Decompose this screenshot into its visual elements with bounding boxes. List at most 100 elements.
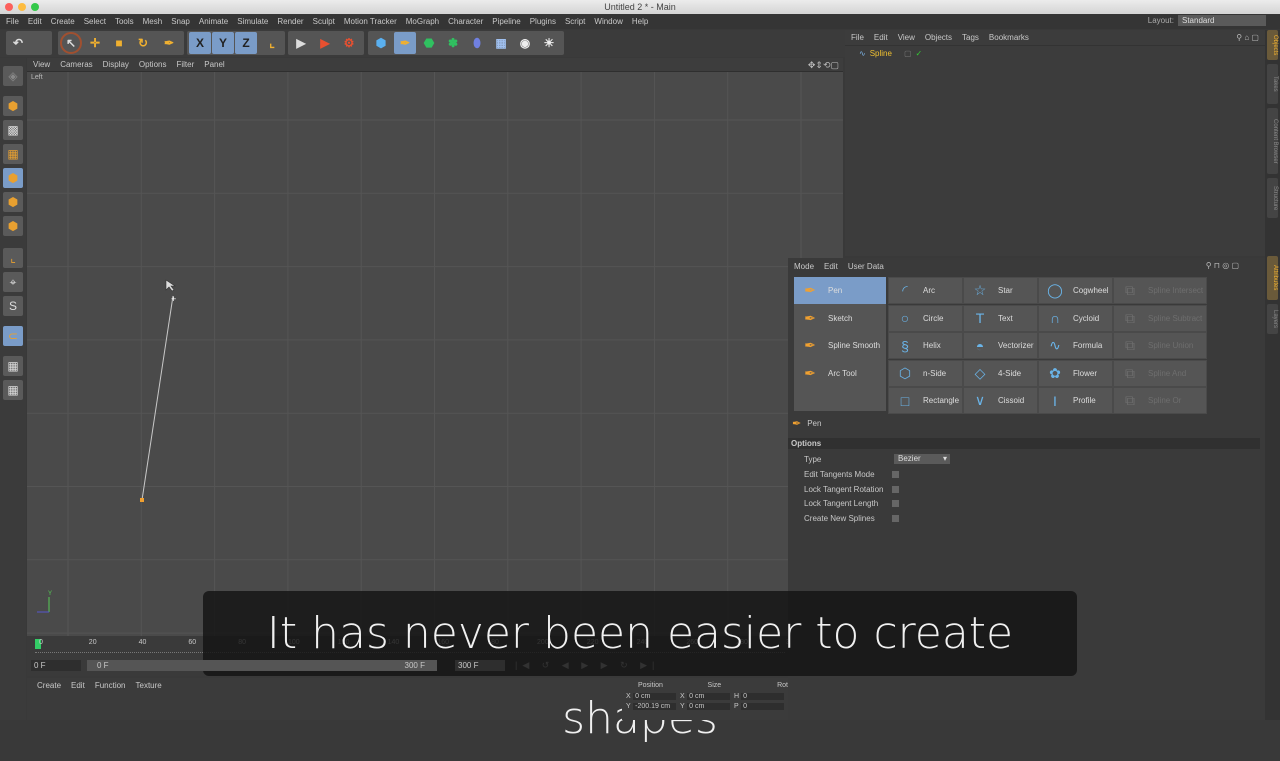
viewport-menu-options[interactable]: Options: [139, 60, 167, 69]
coord-field[interactable]: 0 cm: [687, 703, 730, 710]
coord-field[interactable]: 0: [741, 693, 784, 700]
camera-icon[interactable]: ◉: [514, 32, 536, 54]
rotate-tool-icon[interactable]: ↻: [132, 32, 154, 54]
material-menu-edit[interactable]: Edit: [71, 681, 85, 690]
texture-mode-icon[interactable]: ▩: [3, 120, 23, 140]
object-row-spline[interactable]: ∿ Spline ▢ ✓: [859, 49, 922, 58]
attr-menu-user-data[interactable]: User Data: [848, 262, 884, 271]
objects-menu-objects[interactable]: Objects: [925, 33, 952, 42]
z-axis-icon[interactable]: Z: [235, 32, 257, 54]
spline-rectangle[interactable]: □ Rectangle: [888, 387, 963, 414]
scale-tool-icon[interactable]: ■: [108, 32, 130, 54]
options-section[interactable]: Options: [788, 438, 1260, 449]
spline-star[interactable]: ☆ Star: [963, 277, 1038, 304]
visibility-icon[interactable]: ▢: [904, 49, 912, 58]
tool-pen[interactable]: ✒ Pen: [794, 277, 886, 304]
viewport-nav-icons[interactable]: ✥⇕⟲▢: [808, 60, 839, 71]
spline-4-side[interactable]: ◇ 4-Side: [963, 359, 1038, 387]
menu-file[interactable]: File: [6, 17, 19, 26]
menu-mesh[interactable]: Mesh: [143, 17, 163, 26]
menu-sculpt[interactable]: Sculpt: [313, 17, 335, 26]
material-menu-texture[interactable]: Texture: [136, 681, 162, 690]
spline-formula[interactable]: ∿ Formula: [1038, 332, 1113, 359]
menu-render[interactable]: Render: [277, 17, 303, 26]
menu-mograph[interactable]: MoGraph: [406, 17, 439, 26]
viewport[interactable]: View Cameras Display Options Filter Panel Lef…: [27, 58, 843, 636]
spline-spline-intersect[interactable]: ⧉ Spline Intersect: [1113, 277, 1207, 304]
snap-icon[interactable]: S: [3, 296, 23, 316]
tab-layers[interactable]: Layers: [1267, 304, 1278, 334]
spline-n-side[interactable]: ⬡ n-Side: [888, 359, 963, 387]
render-settings-icon[interactable]: ⚙: [338, 32, 360, 54]
spline-spline-or[interactable]: ⧉ Spline Or: [1113, 387, 1207, 414]
menu-motion-tracker[interactable]: Motion Tracker: [344, 17, 397, 26]
coord-field[interactable]: -200.19 cm: [633, 703, 676, 710]
current-frame-field[interactable]: 0 F: [31, 660, 81, 671]
tab-content-browser[interactable]: Content Browser: [1267, 108, 1278, 174]
render-view-icon[interactable]: ▶: [290, 32, 312, 54]
spline-spline-union[interactable]: ⧉ Spline Union: [1113, 332, 1207, 359]
viewport-menu-filter[interactable]: Filter: [176, 60, 194, 69]
spline-flower[interactable]: ✿ Flower: [1038, 359, 1113, 387]
workplane-icon[interactable]: ▦: [3, 144, 23, 164]
zoom-button[interactable]: [31, 3, 39, 11]
attr-menu-mode[interactable]: Mode: [794, 262, 814, 271]
tool-sketch[interactable]: ✒ Sketch: [794, 304, 886, 332]
cube-icon[interactable]: ⬢: [370, 32, 392, 54]
layout-dropdown[interactable]: Standard: [1178, 15, 1266, 26]
menu-script[interactable]: Script: [565, 17, 585, 26]
model-mode-icon[interactable]: ⬢: [3, 96, 23, 116]
spline-cycloid[interactable]: ∩ Cycloid: [1038, 304, 1113, 332]
menu-simulate[interactable]: Simulate: [237, 17, 268, 26]
viewport-canvas[interactable]: +: [27, 72, 843, 636]
coord-field[interactable]: 0 cm: [687, 693, 730, 700]
x-axis-icon[interactable]: X: [189, 32, 211, 54]
objects-menu-file[interactable]: File: [851, 33, 864, 42]
tool-spline-smooth[interactable]: ✒ Spline Smooth: [794, 332, 886, 359]
spline-arc[interactable]: ◜ Arc: [888, 277, 963, 304]
objects-menu-bookmarks[interactable]: Bookmarks: [989, 33, 1029, 42]
objects-menu-edit[interactable]: Edit: [874, 33, 888, 42]
workplane-grid-icon[interactable]: ▦: [3, 380, 23, 400]
deformer-icon[interactable]: ⬮: [466, 32, 488, 54]
spline-point[interactable]: [140, 498, 144, 502]
menu-animate[interactable]: Animate: [199, 17, 228, 26]
spline-profile[interactable]: I Profile: [1038, 387, 1113, 414]
objects-menu-tags[interactable]: Tags: [962, 33, 979, 42]
coord-field[interactable]: 0: [741, 703, 784, 710]
polygons-mode-icon[interactable]: ⬢: [3, 216, 23, 236]
tweak-mode-icon[interactable]: ⌖: [3, 272, 23, 292]
coordinate-system-icon[interactable]: ⌞: [261, 32, 283, 54]
light-icon[interactable]: ☀: [538, 32, 560, 54]
spline-vectorizer[interactable]: ◓ Vectorizer: [963, 332, 1038, 359]
tool-arc-tool[interactable]: ✒ Arc Tool: [794, 359, 886, 387]
tab-takes[interactable]: Takes: [1267, 64, 1278, 104]
select-tool-icon[interactable]: ↖: [60, 32, 82, 54]
menu-create[interactable]: Create: [51, 17, 75, 26]
cloner-icon[interactable]: ✽: [442, 32, 464, 54]
enabled-check-icon[interactable]: ✓: [916, 49, 923, 58]
lock-workplane-icon[interactable]: ▦: [3, 356, 23, 376]
tab-attributes[interactable]: Attributes: [1267, 256, 1278, 300]
tab-objects[interactable]: Objects: [1267, 30, 1278, 60]
magnet-icon[interactable]: ⊂: [3, 326, 23, 346]
material-menu-create[interactable]: Create: [37, 681, 61, 690]
move-tool-icon[interactable]: ✛: [84, 32, 106, 54]
pen-tool-icon[interactable]: ✒: [158, 32, 180, 54]
undo-icon[interactable]: ↶: [7, 32, 29, 54]
menu-tools[interactable]: Tools: [115, 17, 134, 26]
close-button[interactable]: [5, 3, 13, 11]
spline-cissoid[interactable]: ∨ Cissoid: [963, 387, 1038, 414]
checkbox-lock-tangent-rotation[interactable]: [892, 485, 899, 493]
y-axis-icon[interactable]: Y: [212, 32, 234, 54]
menu-window[interactable]: Window: [594, 17, 622, 26]
menu-plugins[interactable]: Plugins: [530, 17, 556, 26]
menu-snap[interactable]: Snap: [171, 17, 190, 26]
menu-select[interactable]: Select: [84, 17, 106, 26]
viewport-menu-display[interactable]: Display: [103, 60, 129, 69]
viewport-menu-view[interactable]: View: [33, 60, 50, 69]
viewport-menu-cameras[interactable]: Cameras: [60, 60, 92, 69]
menu-help[interactable]: Help: [632, 17, 648, 26]
menu-character[interactable]: Character: [448, 17, 483, 26]
attr-menu-edit[interactable]: Edit: [824, 262, 838, 271]
